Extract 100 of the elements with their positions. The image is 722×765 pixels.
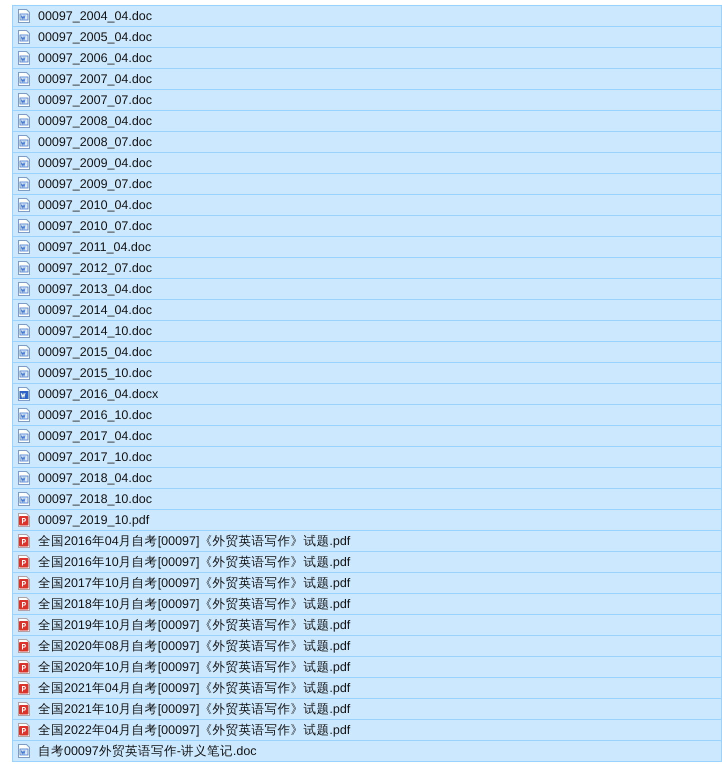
file-name: 00097_2006_04.doc: [38, 51, 152, 65]
file-row[interactable]: 00097_2005_04.doc: [12, 27, 722, 48]
file-row[interactable]: 00097_2009_07.doc: [12, 174, 722, 195]
document-icon: [16, 491, 32, 507]
document-icon: [16, 218, 32, 234]
document-icon: [16, 260, 32, 276]
file-name: 00097_2008_04.doc: [38, 114, 152, 128]
file-name: 00097_2018_10.doc: [38, 492, 152, 506]
file-row[interactable]: 00097_2007_07.doc: [12, 90, 722, 111]
file-row[interactable]: 00097_2016_04.docx: [12, 384, 722, 405]
file-name: 全国2022年04月自考[00097]《外贸英语写作》试题.pdf: [38, 722, 350, 738]
file-row[interactable]: 00097_2011_04.doc: [12, 237, 722, 258]
file-name: 全国2019年10月自考[00097]《外贸英语写作》试题.pdf: [38, 616, 350, 634]
file-row[interactable]: 全国2019年10月自考[00097]《外贸英语写作》试题.pdf: [12, 615, 722, 636]
file-name: 全国2020年10月自考[00097]《外贸英语写作》试题.pdf: [38, 658, 350, 676]
file-name: 00097_2013_04.doc: [38, 282, 152, 296]
file-row[interactable]: 全国2016年10月自考[00097]《外贸英语写作》试题.pdf: [12, 552, 722, 573]
file-row[interactable]: 00097_2012_07.doc: [12, 258, 722, 279]
file-row[interactable]: 全国2021年04月自考[00097]《外贸英语写作》试题.pdf: [12, 678, 722, 699]
document-icon: [16, 743, 32, 759]
file-row[interactable]: 00097_2015_10.doc: [12, 363, 722, 384]
file-name: 00097_2017_10.doc: [38, 450, 152, 464]
file-row[interactable]: 00097_2018_04.doc: [12, 468, 722, 489]
document-icon: [16, 470, 32, 486]
file-name: 00097_2010_07.doc: [38, 219, 152, 233]
file-row[interactable]: 全国2020年10月自考[00097]《外贸英语写作》试题.pdf: [12, 657, 722, 678]
document-icon: [16, 365, 32, 381]
file-name: 00097_2007_07.doc: [38, 93, 152, 107]
file-row[interactable]: 00097_2019_10.pdf: [12, 510, 722, 531]
file-name: 全国2016年04月自考[00097]《外贸英语写作》试题.pdf: [38, 532, 350, 550]
document-icon: [16, 113, 32, 129]
file-row[interactable]: 00097_2014_04.doc: [12, 300, 722, 321]
pdf-icon: [16, 638, 32, 654]
file-name: 自考00097外贸英语写作-讲义笔记.doc: [38, 742, 257, 760]
file-name: 00097_2018_04.doc: [38, 471, 152, 485]
file-name: 00097_2016_10.doc: [38, 408, 152, 422]
file-row[interactable]: 全国2018年10月自考[00097]《外贸英语写作》试题.pdf: [12, 594, 722, 615]
pdf-icon: [16, 596, 32, 612]
document-icon: [16, 302, 32, 318]
pdf-icon: [16, 512, 32, 528]
file-row[interactable]: 00097_2014_10.doc: [12, 321, 722, 342]
pdf-icon: [16, 701, 32, 717]
file-name: 00097_2019_10.pdf: [38, 513, 150, 527]
pdf-icon: [16, 575, 32, 591]
document-icon: [16, 449, 32, 465]
file-name: 00097_2007_04.doc: [38, 72, 152, 86]
file-name: 00097_2014_04.doc: [38, 303, 152, 317]
pdf-icon: [16, 680, 32, 696]
pdf-icon: [16, 533, 32, 549]
file-name: 全国2016年10月自考[00097]《外贸英语写作》试题.pdf: [38, 554, 350, 570]
file-row[interactable]: 00097_2006_04.doc: [12, 48, 722, 69]
pdf-icon: [16, 659, 32, 675]
file-name: 全国2021年10月自考[00097]《外贸英语写作》试题.pdf: [38, 700, 350, 718]
file-name: 00097_2010_04.doc: [38, 198, 152, 212]
document-icon: [16, 134, 32, 150]
file-row[interactable]: 00097_2017_04.doc: [12, 426, 722, 447]
file-row[interactable]: 00097_2004_04.doc: [12, 5, 722, 27]
document-icon: [16, 344, 32, 360]
file-name: 00097_2005_04.doc: [38, 30, 152, 44]
file-name: 00097_2011_04.doc: [38, 240, 152, 254]
file-row[interactable]: 00097_2013_04.doc: [12, 279, 722, 300]
file-row[interactable]: 自考00097外贸英语写作-讲义笔记.doc: [12, 741, 722, 762]
file-name: 全国2020年08月自考[00097]《外贸英语写作》试题.pdf: [38, 638, 350, 654]
file-name: 00097_2004_04.doc: [38, 9, 152, 23]
file-row[interactable]: 全国2016年04月自考[00097]《外贸英语写作》试题.pdf: [12, 531, 722, 552]
file-name: 00097_2009_07.doc: [38, 177, 152, 191]
file-name: 00097_2015_10.doc: [38, 366, 152, 380]
file-row[interactable]: 全国2021年10月自考[00097]《外贸英语写作》试题.pdf: [12, 699, 722, 720]
file-row[interactable]: 00097_2009_04.doc: [12, 153, 722, 174]
document-icon: [16, 50, 32, 66]
document-icon: [16, 428, 32, 444]
file-row[interactable]: 全国2022年04月自考[00097]《外贸英语写作》试题.pdf: [12, 720, 722, 741]
file-row[interactable]: 全国2017年10月自考[00097]《外贸英语写作》试题.pdf: [12, 573, 722, 594]
file-row[interactable]: 全国2020年08月自考[00097]《外贸英语写作》试题.pdf: [12, 636, 722, 657]
file-name: 00097_2009_04.doc: [38, 156, 152, 170]
file-row[interactable]: 00097_2017_10.doc: [12, 447, 722, 468]
file-name: 00097_2008_07.doc: [38, 135, 152, 149]
file-row[interactable]: 00097_2008_07.doc: [12, 132, 722, 153]
document-icon: [16, 323, 32, 339]
file-name: 00097_2016_04.docx: [38, 387, 158, 401]
document-icon: [16, 29, 32, 45]
document-icon: [16, 71, 32, 87]
document-icon: [16, 407, 32, 423]
document-icon: [16, 239, 32, 255]
file-row[interactable]: 00097_2007_04.doc: [12, 69, 722, 90]
document-icon: [16, 197, 32, 213]
pdf-icon: [16, 554, 32, 570]
file-row[interactable]: 00097_2018_10.doc: [12, 489, 722, 510]
file-name: 00097_2014_10.doc: [38, 324, 152, 338]
file-row[interactable]: 00097_2010_07.doc: [12, 216, 722, 237]
file-row[interactable]: 00097_2016_10.doc: [12, 405, 722, 426]
document-icon: [16, 8, 32, 24]
pdf-icon: [16, 722, 32, 738]
file-name: 全国2017年10月自考[00097]《外贸英语写作》试题.pdf: [38, 574, 350, 592]
file-name: 00097_2017_04.doc: [38, 429, 152, 443]
file-row[interactable]: 00097_2015_04.doc: [12, 342, 722, 363]
file-name: 00097_2012_07.doc: [38, 261, 152, 275]
document-icon: [16, 155, 32, 171]
file-row[interactable]: 00097_2008_04.doc: [12, 111, 722, 132]
file-row[interactable]: 00097_2010_04.doc: [12, 195, 722, 216]
